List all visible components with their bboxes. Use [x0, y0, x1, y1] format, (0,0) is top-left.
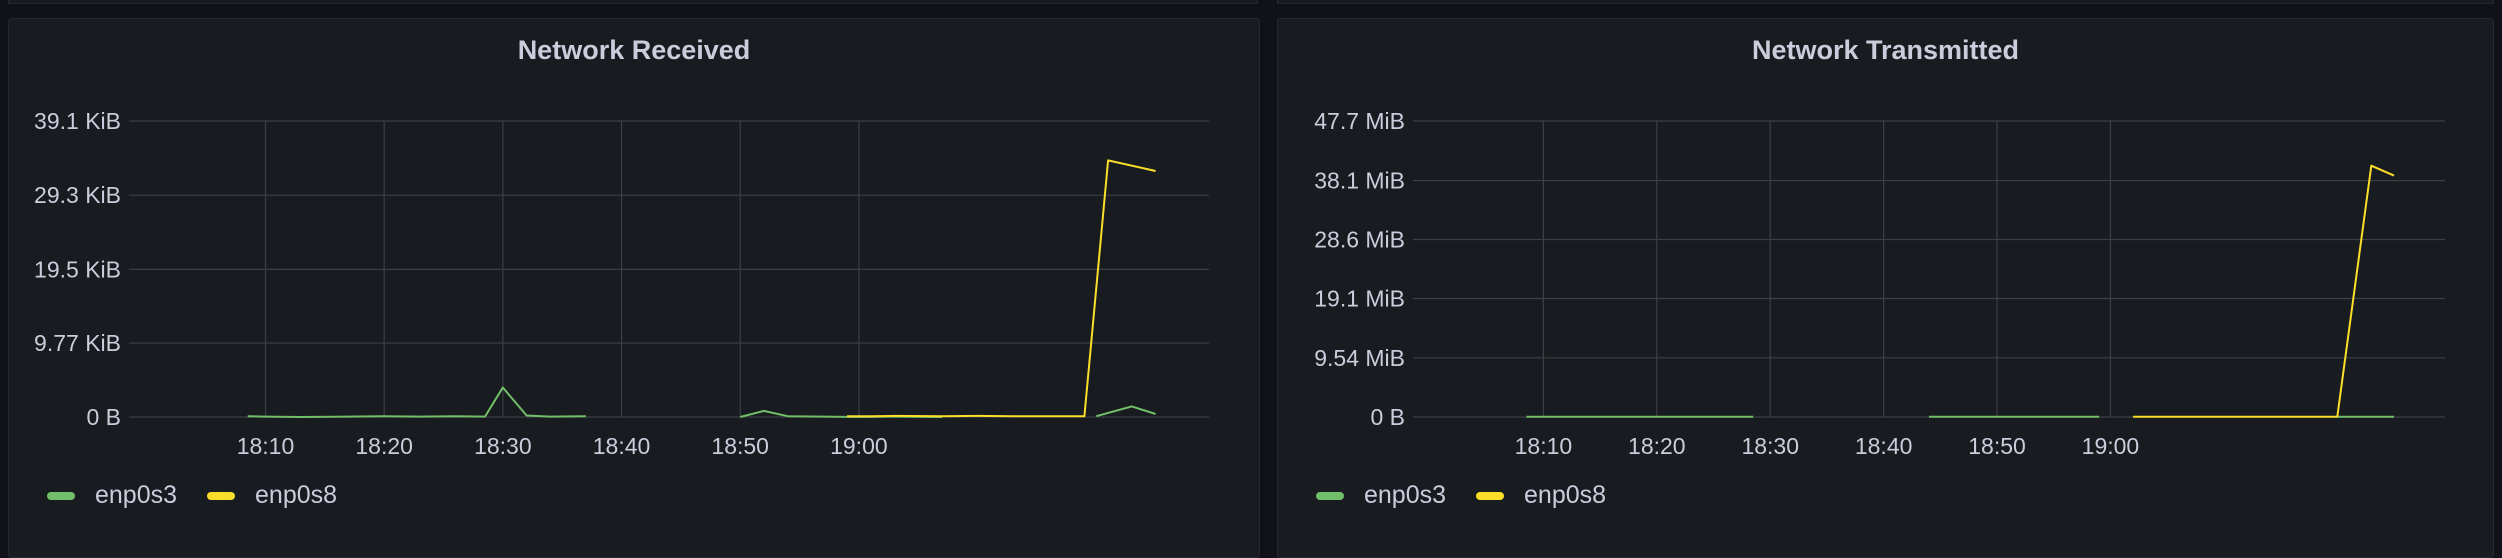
y-tick-label: 19.1 MiB — [1314, 285, 1405, 311]
series-line-enp0s3 — [1096, 405, 1156, 418]
network-received-plot: 0 B 9.77 KiB 19.5 KiB 29.3 KiB 39.1 KiB 18:10… — [34, 108, 1209, 459]
x-tick-label: 19:00 — [2082, 433, 2140, 459]
series-line-enp0s8 — [2133, 164, 2395, 418]
x-tick-label: 18:30 — [1741, 433, 1799, 459]
x-tick-label: 18:30 — [474, 433, 532, 459]
legend: enp0s3 enp0s8 — [1316, 481, 1606, 510]
x-tick-label: 18:10 — [1515, 433, 1573, 459]
legend-item-enp0s3[interactable]: enp0s3 — [47, 481, 177, 510]
y-tick-label: 39.1 KiB — [34, 108, 121, 134]
y-tick-label: 0 B — [86, 404, 121, 430]
legend-swatch-enp0s3 — [1316, 491, 1344, 500]
legend-label: enp0s8 — [255, 481, 338, 509]
legend-label: enp0s3 — [1364, 481, 1447, 509]
x-tick-label: 18:50 — [711, 433, 769, 459]
series-line-enp0s8 — [847, 159, 1156, 418]
y-tick-label: 9.77 KiB — [34, 330, 121, 356]
x-tick-label: 18:20 — [355, 433, 413, 459]
y-tick-label: 9.54 MiB — [1314, 345, 1405, 371]
y-tick-label: 28.6 MiB — [1314, 227, 1405, 253]
y-tick-label: 47.7 MiB — [1314, 108, 1405, 134]
x-tick-label: 18:10 — [237, 433, 295, 459]
legend-item-enp0s8[interactable]: enp0s8 — [1476, 481, 1606, 510]
top-panel-strip — [0, 0, 2502, 12]
legend: enp0s3 enp0s8 — [47, 481, 337, 510]
legend-swatch-enp0s3 — [47, 491, 75, 500]
y-tick-label: 0 B — [1370, 404, 1405, 430]
x-tick-label: 18:20 — [1628, 433, 1686, 459]
network-received-panel: Network Received 0 B 9.77 KiB 19.5 KiB 29.3… — [8, 18, 1260, 558]
network-transmitted-plot: 0 B 9.54 MiB 19.1 MiB 28.6 MiB 38.1 MiB 47.7 … — [1314, 108, 2445, 459]
legend-swatch-enp0s8 — [1476, 491, 1505, 500]
legend-label: enp0s3 — [95, 481, 178, 509]
y-tick-label: 29.3 KiB — [34, 182, 121, 208]
x-tick-label: 18:40 — [593, 433, 651, 459]
x-tick-label: 18:40 — [1855, 433, 1913, 459]
y-tick-label: 19.5 KiB — [34, 256, 121, 282]
legend-label: enp0s8 — [1524, 481, 1607, 509]
legend-item-enp0s8[interactable]: enp0s8 — [207, 481, 337, 510]
network-transmitted-panel: Network Transmitted 0 B 9.54 MiB 19.1 MiB 2… — [1277, 18, 2494, 558]
legend-item-enp0s3[interactable]: enp0s3 — [1316, 481, 1446, 510]
series-line-enp0s3 — [247, 386, 586, 418]
legend-swatch-enp0s8 — [207, 491, 236, 500]
x-tick-label: 18:50 — [1968, 433, 2026, 459]
x-tick-label: 19:00 — [830, 433, 888, 459]
y-tick-label: 38.1 MiB — [1314, 168, 1405, 194]
